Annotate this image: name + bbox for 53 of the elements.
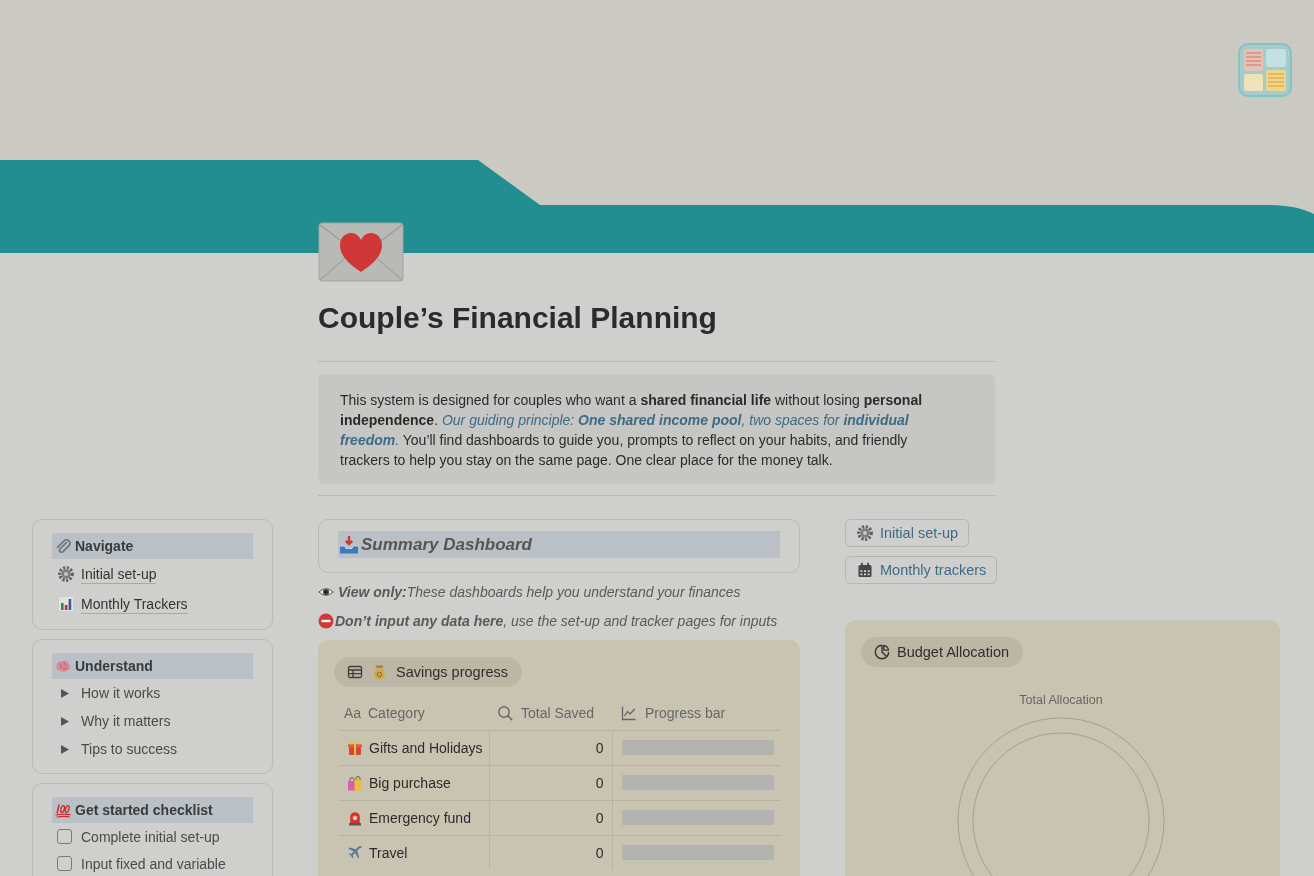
checkbox[interactable] bbox=[57, 856, 72, 871]
gear-icon bbox=[58, 566, 74, 582]
category-name: Big purchase bbox=[369, 774, 451, 791]
shopping-bags-icon bbox=[347, 774, 363, 791]
no-entry-icon bbox=[318, 612, 334, 629]
note-text: View only:These dashboards help you understand your finances bbox=[338, 583, 741, 600]
page-title: Couple’s Financial Planning bbox=[318, 300, 717, 336]
sidebar-link[interactable]: Monthly Trackers bbox=[52, 589, 188, 619]
checkbox[interactable] bbox=[57, 829, 72, 844]
hundred-points-icon bbox=[55, 802, 71, 818]
toggle-item[interactable]: Tips to success bbox=[52, 735, 177, 763]
grid-tile-icon bbox=[1238, 43, 1292, 97]
search-icon bbox=[497, 705, 513, 722]
table-icon bbox=[347, 664, 363, 680]
airplane-icon bbox=[347, 844, 363, 861]
inbox-tray-icon bbox=[339, 534, 359, 555]
column-header: Category bbox=[368, 705, 425, 722]
category-name: Gifts and Holidays bbox=[369, 739, 483, 756]
view-tab[interactable]: Savings progress bbox=[334, 657, 523, 687]
toggle-item[interactable]: Why it matters bbox=[52, 707, 171, 735]
note-text: Don’t input any data here, use the set-up and tracker pages for inputs bbox=[335, 612, 778, 629]
section-heading: Get started checklist bbox=[75, 802, 213, 818]
table-cell: 0 bbox=[489, 835, 612, 870]
bar-chart-icon bbox=[58, 596, 74, 612]
section-heading: Navigate bbox=[75, 538, 134, 554]
chart-title: Total Allocation bbox=[1019, 692, 1103, 709]
brain-icon bbox=[55, 658, 71, 674]
page-link-button[interactable]: Monthly trackers bbox=[845, 556, 998, 584]
table-cell: 0 bbox=[489, 765, 612, 800]
gear-icon bbox=[857, 525, 873, 541]
table-cell: 0 bbox=[489, 730, 612, 765]
money-bag-icon bbox=[373, 664, 386, 680]
section-heading: Understand bbox=[75, 658, 153, 674]
sidebar-link[interactable]: Initial set-up bbox=[52, 559, 157, 589]
category-name: Emergency fund bbox=[369, 809, 471, 826]
pie-chart-icon bbox=[874, 644, 890, 660]
description-text: This system is designed for couples who want a shared financial life without losing personal independence. Our guiding principle: One shared income pool, two spaces for individual freedom. You’ll find dashboards to guide you, prompts to reflect on your habits, and friendly trackers to help you stay on the same page. One clear place for the money talk. bbox=[340, 391, 924, 470]
view-tab[interactable]: Budget Allocation bbox=[861, 637, 1024, 667]
category-name: Travel bbox=[369, 844, 408, 861]
gift-icon bbox=[347, 739, 363, 756]
checklist-label: Input fixed and variable bbox=[81, 855, 226, 872]
table-cell: 0 bbox=[489, 800, 612, 835]
column-header: Total Saved bbox=[521, 705, 595, 722]
toggle-item[interactable]: How it works bbox=[52, 679, 161, 707]
line-chart-icon bbox=[621, 705, 637, 722]
column-header: Progress bar bbox=[645, 705, 726, 722]
paperclip-icon bbox=[55, 538, 71, 554]
checklist-label: Complete initial set-up bbox=[81, 828, 220, 845]
siren-icon bbox=[347, 809, 363, 826]
page-link-button[interactable]: Initial set-up bbox=[845, 519, 970, 547]
calendar-icon bbox=[857, 562, 873, 578]
text-type-glyph: Aa bbox=[344, 705, 360, 722]
dashboard-heading: Summary Dashboard bbox=[361, 534, 532, 555]
